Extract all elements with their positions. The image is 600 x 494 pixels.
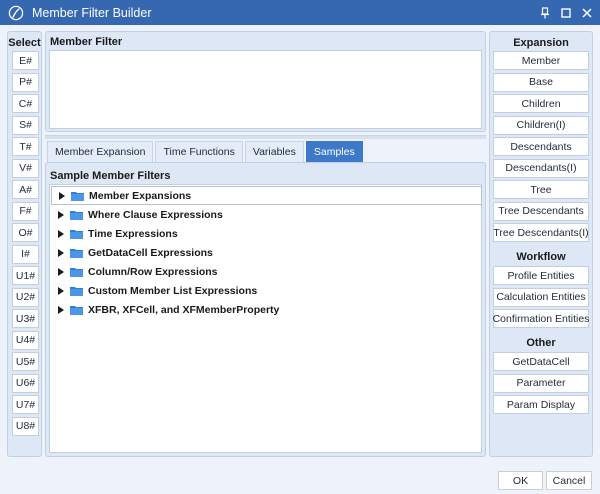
tree-item[interactable]: Where Clause Expressions xyxy=(51,205,482,224)
member-button[interactable]: Member xyxy=(493,51,589,70)
select-i-button[interactable]: I# xyxy=(12,244,39,264)
select-u7-button[interactable]: U7# xyxy=(12,395,39,414)
tab-member-expansion[interactable]: Member Expansion xyxy=(47,141,154,162)
folder-icon xyxy=(70,305,83,315)
tree-item-label: GetDataCell Expressions xyxy=(88,246,213,259)
dialog-content: Select E# P# C# S# T# V# A# F# O# I# U1#… xyxy=(0,25,600,494)
tree-item[interactable]: Custom Member List Expressions xyxy=(51,281,482,300)
expand-arrow-icon[interactable] xyxy=(54,210,68,219)
expansion-panel: Expansion Member Base Children Children(… xyxy=(489,31,593,457)
select-u1-button[interactable]: U1# xyxy=(12,266,39,285)
tab-time-functions[interactable]: Time Functions xyxy=(155,141,243,162)
select-panel: Select E# P# C# S# T# V# A# F# O# I# U1#… xyxy=(7,31,42,457)
select-c-button[interactable]: C# xyxy=(12,94,39,113)
member-filter-header: Member Filter xyxy=(50,36,123,48)
descendants-button[interactable]: Descendants xyxy=(493,137,589,156)
tree-item[interactable]: GetDataCell Expressions xyxy=(51,243,482,262)
title-bar: Member Filter Builder xyxy=(0,0,600,25)
maximize-icon[interactable] xyxy=(559,6,573,20)
folder-icon xyxy=(70,248,83,258)
expand-arrow-icon[interactable] xyxy=(55,191,69,200)
expand-arrow-icon[interactable] xyxy=(54,248,68,257)
samples-panel: Sample Member Filters Member Expansions … xyxy=(45,162,486,457)
base-button[interactable]: Base xyxy=(493,72,589,92)
onestream-logo-icon xyxy=(6,3,26,23)
cancel-button[interactable]: Cancel xyxy=(546,471,592,490)
folder-icon xyxy=(70,229,83,239)
tab-strip: Member Expansion Time Functions Variable… xyxy=(47,141,365,162)
window-title: Member Filter Builder xyxy=(32,5,152,20)
samples-tree: Member Expansions Where Clause Expressio… xyxy=(49,184,482,453)
tree-button[interactable]: Tree xyxy=(493,180,589,199)
select-e-button[interactable]: E# xyxy=(12,51,39,70)
tree-item-label: Custom Member List Expressions xyxy=(88,284,258,297)
confirmation-entities-button[interactable]: Confirmation Entities xyxy=(493,309,589,328)
tree-descendants-button[interactable]: Tree Descendants xyxy=(493,201,589,221)
param-display-button[interactable]: Param Display xyxy=(493,395,589,414)
select-u4-button[interactable]: U4# xyxy=(12,330,39,350)
tab-variables[interactable]: Variables xyxy=(244,141,304,162)
select-u6-button[interactable]: U6# xyxy=(12,373,39,393)
tree-item-label: Column/Row Expressions xyxy=(88,265,218,278)
ok-button[interactable]: OK xyxy=(498,471,543,490)
select-u8-button[interactable]: U8# xyxy=(12,416,39,436)
select-u3-button[interactable]: U3# xyxy=(12,309,39,328)
expand-arrow-icon[interactable] xyxy=(54,286,68,295)
select-u2-button[interactable]: U2# xyxy=(12,287,39,307)
expansion-header: Expansion xyxy=(513,37,569,49)
select-a-button[interactable]: A# xyxy=(12,180,39,199)
member-filter-panel: Member Filter xyxy=(45,31,486,132)
tree-descendants-i-button[interactable]: Tree Descendants(I) xyxy=(493,223,589,242)
tree-item-label: Time Expressions xyxy=(88,227,178,240)
select-t-button[interactable]: T# xyxy=(12,137,39,156)
folder-icon xyxy=(70,286,83,296)
workflow-header: Workflow xyxy=(516,251,566,263)
expand-arrow-icon[interactable] xyxy=(54,305,68,314)
select-p-button[interactable]: P# xyxy=(12,72,39,92)
pin-icon[interactable] xyxy=(538,6,552,20)
tree-item-label: Member Expansions xyxy=(89,189,192,202)
close-icon[interactable] xyxy=(580,6,594,20)
tree-item[interactable]: Member Expansions xyxy=(51,186,482,205)
tree-item-label: Where Clause Expressions xyxy=(88,208,223,221)
panel-splitter[interactable] xyxy=(45,135,486,139)
select-header: Select xyxy=(8,37,41,49)
expand-arrow-icon[interactable] xyxy=(54,267,68,276)
select-s-button[interactable]: S# xyxy=(12,115,39,135)
samples-header: Sample Member Filters xyxy=(50,170,171,182)
folder-icon xyxy=(70,267,83,277)
member-filter-textbox[interactable] xyxy=(49,50,482,129)
profile-entities-button[interactable]: Profile Entities xyxy=(493,266,589,285)
select-u5-button[interactable]: U5# xyxy=(12,352,39,371)
select-v-button[interactable]: V# xyxy=(12,158,39,178)
tree-item[interactable]: Column/Row Expressions xyxy=(51,262,482,281)
children-i-button[interactable]: Children(I) xyxy=(493,115,589,135)
select-f-button[interactable]: F# xyxy=(12,201,39,221)
children-button[interactable]: Children xyxy=(493,94,589,113)
parameter-button[interactable]: Parameter xyxy=(493,373,589,393)
other-header: Other xyxy=(526,337,556,349)
expand-arrow-icon[interactable] xyxy=(54,229,68,238)
tab-samples[interactable]: Samples xyxy=(305,141,363,162)
getdatacell-button[interactable]: GetDataCell xyxy=(493,352,589,371)
select-o-button[interactable]: O# xyxy=(12,223,39,242)
folder-icon xyxy=(70,210,83,220)
descendants-i-button[interactable]: Descendants(I) xyxy=(493,158,589,178)
tree-item[interactable]: Time Expressions xyxy=(51,224,482,243)
folder-icon xyxy=(71,191,84,201)
tree-item[interactable]: XFBR, XFCell, and XFMemberProperty xyxy=(51,300,482,319)
calculation-entities-button[interactable]: Calculation Entities xyxy=(493,287,589,307)
tree-item-label: XFBR, XFCell, and XFMemberProperty xyxy=(88,303,280,316)
